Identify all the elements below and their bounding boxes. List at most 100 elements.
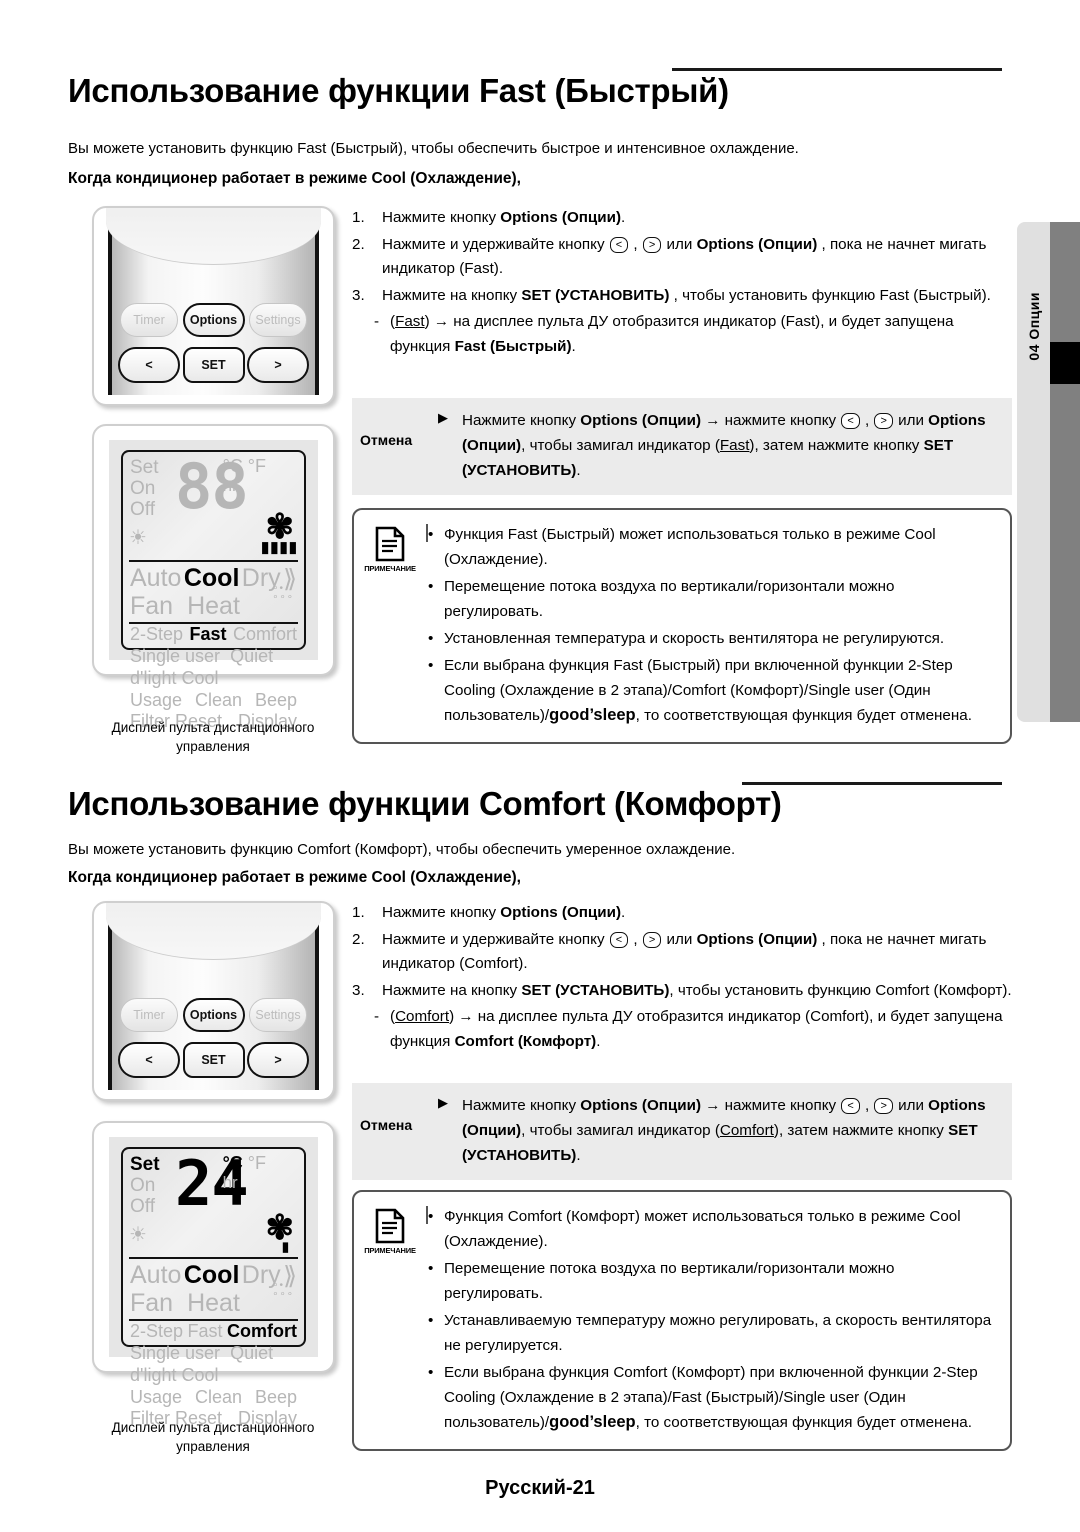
cancel-label: Отмена	[360, 1117, 413, 1133]
lcd-screen: Set On Off ☀ 24 °C °F hr ✾ ▮ Auto Cool D…	[121, 1147, 306, 1428]
note-text: Функция Comfort (Комфорт) может использо…	[444, 1208, 961, 1250]
left-arrow-button: <	[118, 347, 180, 383]
set-button: SET	[182, 1042, 245, 1078]
timer-button: Timer	[120, 303, 178, 337]
lcd-option-row-4: Usage Clean Beep	[130, 690, 297, 711]
step-text: Нажмите и удерживайте кнопку < , > или O…	[382, 930, 987, 973]
lcd-opt-usage: Usage	[130, 1387, 183, 1407]
purify-dots-icon: ∘• ∘∘∘	[272, 583, 294, 603]
lcd-label-on: On	[130, 1175, 156, 1196]
lcd-label-on: On	[130, 478, 156, 499]
note-text: Перемещение потока воздуха по вертикали/…	[444, 578, 895, 620]
fan-speed-bars-icon: ▮	[281, 1239, 290, 1254]
bullet-icon: •	[428, 630, 434, 647]
note-text: Если выбрана функция Fast (Быстрый) при …	[444, 657, 972, 724]
lcd-mode-heat: Heat	[187, 1289, 240, 1317]
lcd-opt-fast: Fast	[189, 624, 227, 644]
step-number: 1.	[352, 904, 365, 921]
lcd-opt-single-user: Single user	[130, 1343, 221, 1363]
note-icon-column: ПРИМЕЧАНИЕ	[354, 1204, 426, 1437]
lcd-option-row-2: Single user Quiet	[130, 646, 297, 667]
document-icon	[375, 526, 405, 562]
steps-list-comfort: 1. Нажмите кнопку Options (Опции). 2. На…	[352, 901, 1012, 1054]
remote-body: — Temp ⌄ Fan Timer Options Settings < SE…	[106, 208, 321, 395]
steps-list-fast: 1. Нажмите кнопку Options (Опции). 2. На…	[352, 206, 1012, 359]
note-box-comfort: ПРИМЕЧАНИЕ • Функция Comfort (Комфорт) м…	[352, 1190, 1012, 1451]
bullet-icon: •	[428, 1208, 434, 1225]
side-tab-active-marker	[1050, 342, 1080, 384]
remote-top-panel: — Temp ⌄ Fan	[106, 208, 321, 265]
cancel-arrow-icon: ▶	[438, 1095, 448, 1110]
lcd-mode-heat: Heat	[187, 592, 240, 620]
lcd-caption-fast: Дисплей пульта дистанционного управления	[111, 720, 315, 754]
substep-item: - (Fast) → на дисплее пульта ДУ отобрази…	[374, 310, 1012, 359]
step-number: 1.	[352, 209, 365, 226]
lcd-unit-hour: hr	[222, 476, 238, 495]
substep-item: - (Comfort) → на дисплее пульта ДУ отобр…	[374, 1005, 1012, 1054]
settings-button: Settings	[249, 998, 307, 1032]
lcd-mode-auto: Auto	[130, 564, 182, 592]
lcd-option-row-4: Usage Clean Beep	[130, 1387, 297, 1408]
note-item: • Функция Comfort (Комфорт) может исполь…	[428, 1204, 994, 1254]
note-text: Если выбрана функция Comfort (Комфорт) п…	[444, 1364, 978, 1431]
lcd-mode-cool: Cool	[183, 1261, 240, 1289]
step-item: 3. Нажмите на кнопку SET (УСТАНОВИТЬ), ч…	[352, 979, 1012, 1004]
remote-button-row-2: Timer Options Settings	[112, 303, 315, 337]
lcd-display-diagram-comfort: Set On Off ☀ 24 °C °F hr ✾ ▮ Auto Cool D…	[92, 1121, 335, 1428]
lcd-opt-dlight-cool: d'light Cool	[130, 668, 219, 688]
step-item: 1. Нажмите кнопку Options (Опции).	[352, 901, 1012, 926]
cancel-box-comfort: Отмена ▶ Нажмите кнопку Options (Опции) …	[352, 1083, 1012, 1180]
cancel-box-fast: Отмена ▶ Нажмите кнопку Options (Опции) …	[352, 398, 1012, 495]
lcd-mode-cool: Cool	[183, 564, 240, 592]
note-text: Устанавливаемую температуру можно регули…	[444, 1312, 992, 1354]
step-text: Нажмите кнопку Options (Опции).	[382, 904, 626, 921]
bullet-icon: •	[428, 1260, 434, 1277]
page-footer: Русский-21	[485, 1477, 595, 1499]
dlight-sun-icon: ☀	[129, 1224, 147, 1246]
note-text: Установленная температура и скорость вен…	[444, 630, 945, 647]
substep-dash: -	[374, 313, 380, 330]
lcd-option-row-1: 2-Step Fast Comfort	[130, 624, 297, 645]
lcd-label-off: Off	[130, 1196, 155, 1217]
lcd-unit-hour: hr	[222, 1173, 238, 1192]
note-item: • Функция Fast (Быстрый) может использов…	[428, 522, 994, 572]
settings-button: Settings	[249, 303, 307, 337]
lcd-label-set: Set	[130, 457, 159, 478]
substep-text: (Comfort) → на дисплее пульта ДУ отобраз…	[390, 1008, 1003, 1050]
remote-button-row-2: Timer Options Settings	[112, 998, 315, 1032]
lcd-option-row-3: d'light Cool	[130, 1365, 297, 1386]
lcd-opt-2step: 2-Step	[130, 1321, 184, 1341]
remote-button-row-3: < SET >	[112, 1042, 315, 1078]
lcd-label-set: Set	[130, 1154, 160, 1175]
note-list: • Функция Fast (Быстрый) может использов…	[428, 522, 1010, 730]
note-item: • Устанавливаемую температуру можно регу…	[428, 1308, 994, 1358]
lcd-option-row-3: d'light Cool	[130, 668, 297, 689]
note-icon-label: ПРИМЕЧАНИЕ	[364, 564, 416, 573]
step-item: 2. Нажмите и удерживайте кнопку < , > ил…	[352, 233, 1012, 282]
lcd-caption-comfort: Дисплей пульта дистанционного управления	[111, 1420, 315, 1454]
cancel-label: Отмена	[360, 432, 413, 448]
lcd-opt-2step: 2-Step	[130, 624, 184, 644]
note-icon-label: ПРИМЕЧАНИЕ	[364, 1246, 416, 1255]
set-button: SET	[182, 347, 245, 383]
substep-dash: -	[374, 1008, 380, 1025]
lcd-label-off: Off	[130, 499, 155, 520]
lcd-opt-beep: Beep	[254, 1387, 297, 1407]
remote-top-panel: — Temp ⌄ Fan	[106, 903, 321, 960]
lcd-screen: Set On Off ☀ 88 °C °F hr ✾ ▮▮▮▮ Auto Coo…	[121, 450, 306, 731]
lcd-mode-fan: Fan	[130, 1289, 174, 1317]
lcd-bezel: Set On Off ☀ 24 °C °F hr ✾ ▮ Auto Cool D…	[109, 1137, 318, 1428]
note-item: • Перемещение потока воздуха по вертикал…	[428, 574, 994, 624]
lcd-opt-comfort: Comfort	[232, 624, 297, 644]
note-item: • Установленная температура и скорость в…	[428, 626, 994, 651]
side-tab-background: 04 Опции	[1017, 222, 1050, 722]
lcd-mode-fan: Fan	[130, 592, 174, 620]
subheading-fast: Когда кондиционер работает в режиме Cool…	[68, 170, 521, 187]
fan-speed-bars-icon: ▮▮▮▮	[260, 539, 298, 556]
note-item: • Перемещение потока воздуха по вертикал…	[428, 1256, 994, 1306]
title-rule-comfort	[742, 782, 1002, 785]
lcd-timer-labels: Set On Off	[130, 1154, 160, 1217]
cancel-text: Нажмите кнопку Options (Опции) → нажмите…	[462, 1097, 986, 1164]
lcd-units: °C °F hr	[222, 1154, 266, 1193]
step-number: 3.	[352, 286, 365, 304]
